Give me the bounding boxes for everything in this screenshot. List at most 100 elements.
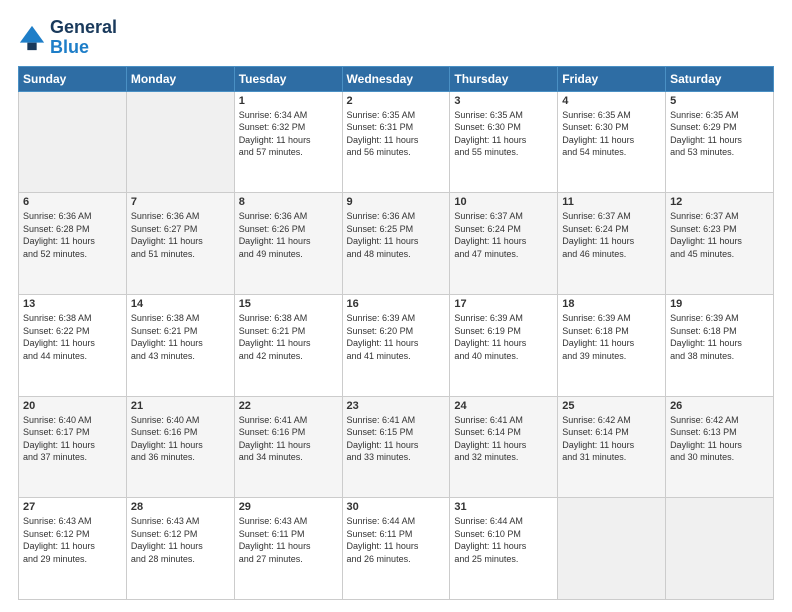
calendar-header-monday: Monday: [126, 66, 234, 91]
calendar-cell: 16 Sunrise: 6:39 AM Sunset: 6:20 PM Dayli…: [342, 294, 450, 396]
day-info: Sunrise: 6:36 AM Sunset: 6:26 PM Dayligh…: [239, 210, 338, 260]
calendar-cell: 7Sunrise: 6:36 AM Sunset: 6:27 PM Daylig…: [126, 193, 234, 295]
calendar-cell: 3 Sunrise: 6:35 AM Sunset: 6:30 PM Daylig…: [450, 91, 558, 193]
day-info: Sunrise: 6:37 AM Sunset: 6:24 PM Dayligh…: [454, 210, 553, 260]
calendar-cell: 4Sunrise: 6:35 AM Sunset: 6:30 PM Daylig…: [558, 91, 666, 193]
calendar-cell: 9 Sunrise: 6:36 AM Sunset: 6:25 PM Daylig…: [342, 193, 450, 295]
calendar-header-saturday: Saturday: [666, 66, 774, 91]
calendar-cell: 29 Sunrise: 6:43 AM Sunset: 6:11 PM Dayli…: [234, 498, 342, 600]
day-number: 25: [562, 400, 661, 412]
day-number: 30: [347, 501, 446, 513]
calendar-header-sunday: Sunday: [19, 66, 127, 91]
day-info: Sunrise: 6:43 AM Sunset: 6:11 PM Dayligh…: [239, 515, 338, 565]
day-info: Sunrise: 6:39 AM Sunset: 6:20 PM Dayligh…: [347, 312, 446, 362]
day-number: 18: [562, 298, 661, 310]
calendar-cell: 23 Sunrise: 6:41 AM Sunset: 6:15 PM Dayli…: [342, 396, 450, 498]
day-info: Sunrise: 6:35 AM Sunset: 6:31 PM Dayligh…: [347, 109, 446, 159]
calendar-week-1: 1 Sunrise: 6:34 AM Sunset: 6:32 PM Daylig…: [19, 91, 774, 193]
day-info: Sunrise: 6:41 AM Sunset: 6:15 PM Dayligh…: [347, 414, 446, 464]
calendar-cell: 12 Sunrise: 6:37 AM Sunset: 6:23 PM Dayli…: [666, 193, 774, 295]
calendar-cell: 13Sunrise: 6:38 AM Sunset: 6:22 PM Dayli…: [19, 294, 127, 396]
calendar-header-tuesday: Tuesday: [234, 66, 342, 91]
day-info: Sunrise: 6:35 AM Sunset: 6:29 PM Dayligh…: [670, 109, 769, 159]
logo-icon: [18, 24, 46, 52]
day-number: 21: [131, 400, 230, 412]
day-number: 22: [239, 400, 338, 412]
calendar-cell: 20Sunrise: 6:40 AM Sunset: 6:17 PM Dayli…: [19, 396, 127, 498]
calendar-cell: 27Sunrise: 6:43 AM Sunset: 6:12 PM Dayli…: [19, 498, 127, 600]
logo-name: General Blue: [50, 18, 117, 58]
day-number: 12: [670, 196, 769, 208]
calendar-header-thursday: Thursday: [450, 66, 558, 91]
header: General Blue: [18, 18, 774, 58]
calendar-cell: 28 Sunrise: 6:43 AM Sunset: 6:12 PM Dayli…: [126, 498, 234, 600]
day-info: Sunrise: 6:35 AM Sunset: 6:30 PM Dayligh…: [562, 109, 661, 159]
calendar-cell: 10 Sunrise: 6:37 AM Sunset: 6:24 PM Dayli…: [450, 193, 558, 295]
calendar-cell: 30Sunrise: 6:44 AM Sunset: 6:11 PM Dayli…: [342, 498, 450, 600]
day-info: Sunrise: 6:39 AM Sunset: 6:18 PM Dayligh…: [562, 312, 661, 362]
day-info: Sunrise: 6:40 AM Sunset: 6:16 PM Dayligh…: [131, 414, 230, 464]
day-info: Sunrise: 6:43 AM Sunset: 6:12 PM Dayligh…: [131, 515, 230, 565]
day-info: Sunrise: 6:42 AM Sunset: 6:14 PM Dayligh…: [562, 414, 661, 464]
day-number: 16: [347, 298, 446, 310]
day-info: Sunrise: 6:36 AM Sunset: 6:28 PM Dayligh…: [23, 210, 122, 260]
calendar-week-2: 6Sunrise: 6:36 AM Sunset: 6:28 PM Daylig…: [19, 193, 774, 295]
calendar-cell: 11 Sunrise: 6:37 AM Sunset: 6:24 PM Dayli…: [558, 193, 666, 295]
calendar-cell: 14 Sunrise: 6:38 AM Sunset: 6:21 PM Dayli…: [126, 294, 234, 396]
calendar-cell: [666, 498, 774, 600]
day-number: 19: [670, 298, 769, 310]
day-number: 17: [454, 298, 553, 310]
calendar-cell: 2 Sunrise: 6:35 AM Sunset: 6:31 PM Daylig…: [342, 91, 450, 193]
day-number: 3: [454, 95, 553, 107]
calendar-cell: [126, 91, 234, 193]
day-number: 28: [131, 501, 230, 513]
calendar-week-5: 27Sunrise: 6:43 AM Sunset: 6:12 PM Dayli…: [19, 498, 774, 600]
day-number: 8: [239, 196, 338, 208]
calendar-cell: 15Sunrise: 6:38 AM Sunset: 6:21 PM Dayli…: [234, 294, 342, 396]
calendar-cell: [19, 91, 127, 193]
day-number: 14: [131, 298, 230, 310]
day-info: Sunrise: 6:37 AM Sunset: 6:23 PM Dayligh…: [670, 210, 769, 260]
calendar-header-friday: Friday: [558, 66, 666, 91]
day-info: Sunrise: 6:35 AM Sunset: 6:30 PM Dayligh…: [454, 109, 553, 159]
calendar-header-wednesday: Wednesday: [342, 66, 450, 91]
day-info: Sunrise: 6:38 AM Sunset: 6:21 PM Dayligh…: [131, 312, 230, 362]
calendar-week-3: 13Sunrise: 6:38 AM Sunset: 6:22 PM Dayli…: [19, 294, 774, 396]
day-number: 29: [239, 501, 338, 513]
day-number: 2: [347, 95, 446, 107]
calendar-table: SundayMondayTuesdayWednesdayThursdayFrid…: [18, 66, 774, 600]
day-number: 10: [454, 196, 553, 208]
calendar-week-4: 20Sunrise: 6:40 AM Sunset: 6:17 PM Dayli…: [19, 396, 774, 498]
calendar-cell: 17 Sunrise: 6:39 AM Sunset: 6:19 PM Dayli…: [450, 294, 558, 396]
calendar-header-row: SundayMondayTuesdayWednesdayThursdayFrid…: [19, 66, 774, 91]
day-info: Sunrise: 6:38 AM Sunset: 6:21 PM Dayligh…: [239, 312, 338, 362]
calendar-cell: 22Sunrise: 6:41 AM Sunset: 6:16 PM Dayli…: [234, 396, 342, 498]
day-number: 13: [23, 298, 122, 310]
calendar-cell: 21 Sunrise: 6:40 AM Sunset: 6:16 PM Dayli…: [126, 396, 234, 498]
day-info: Sunrise: 6:36 AM Sunset: 6:25 PM Dayligh…: [347, 210, 446, 260]
calendar-cell: 25 Sunrise: 6:42 AM Sunset: 6:14 PM Dayli…: [558, 396, 666, 498]
calendar-cell: 31Sunrise: 6:44 AM Sunset: 6:10 PM Dayli…: [450, 498, 558, 600]
calendar-cell: 1 Sunrise: 6:34 AM Sunset: 6:32 PM Daylig…: [234, 91, 342, 193]
day-info: Sunrise: 6:40 AM Sunset: 6:17 PM Dayligh…: [23, 414, 122, 464]
calendar-cell: 8 Sunrise: 6:36 AM Sunset: 6:26 PM Daylig…: [234, 193, 342, 295]
day-info: Sunrise: 6:37 AM Sunset: 6:24 PM Dayligh…: [562, 210, 661, 260]
day-number: 26: [670, 400, 769, 412]
day-info: Sunrise: 6:39 AM Sunset: 6:19 PM Dayligh…: [454, 312, 553, 362]
day-number: 9: [347, 196, 446, 208]
day-info: Sunrise: 6:41 AM Sunset: 6:14 PM Dayligh…: [454, 414, 553, 464]
day-info: Sunrise: 6:42 AM Sunset: 6:13 PM Dayligh…: [670, 414, 769, 464]
calendar-cell: 19Sunrise: 6:39 AM Sunset: 6:18 PM Dayli…: [666, 294, 774, 396]
day-number: 5: [670, 95, 769, 107]
calendar-cell: 18 Sunrise: 6:39 AM Sunset: 6:18 PM Dayli…: [558, 294, 666, 396]
day-number: 11: [562, 196, 661, 208]
calendar-cell: 26 Sunrise: 6:42 AM Sunset: 6:13 PM Dayli…: [666, 396, 774, 498]
day-number: 23: [347, 400, 446, 412]
calendar-cell: 5 Sunrise: 6:35 AM Sunset: 6:29 PM Daylig…: [666, 91, 774, 193]
calendar-cell: 6Sunrise: 6:36 AM Sunset: 6:28 PM Daylig…: [19, 193, 127, 295]
calendar-cell: [558, 498, 666, 600]
day-info: Sunrise: 6:34 AM Sunset: 6:32 PM Dayligh…: [239, 109, 338, 159]
logo: General Blue: [18, 18, 117, 58]
day-number: 1: [239, 95, 338, 107]
day-number: 24: [454, 400, 553, 412]
